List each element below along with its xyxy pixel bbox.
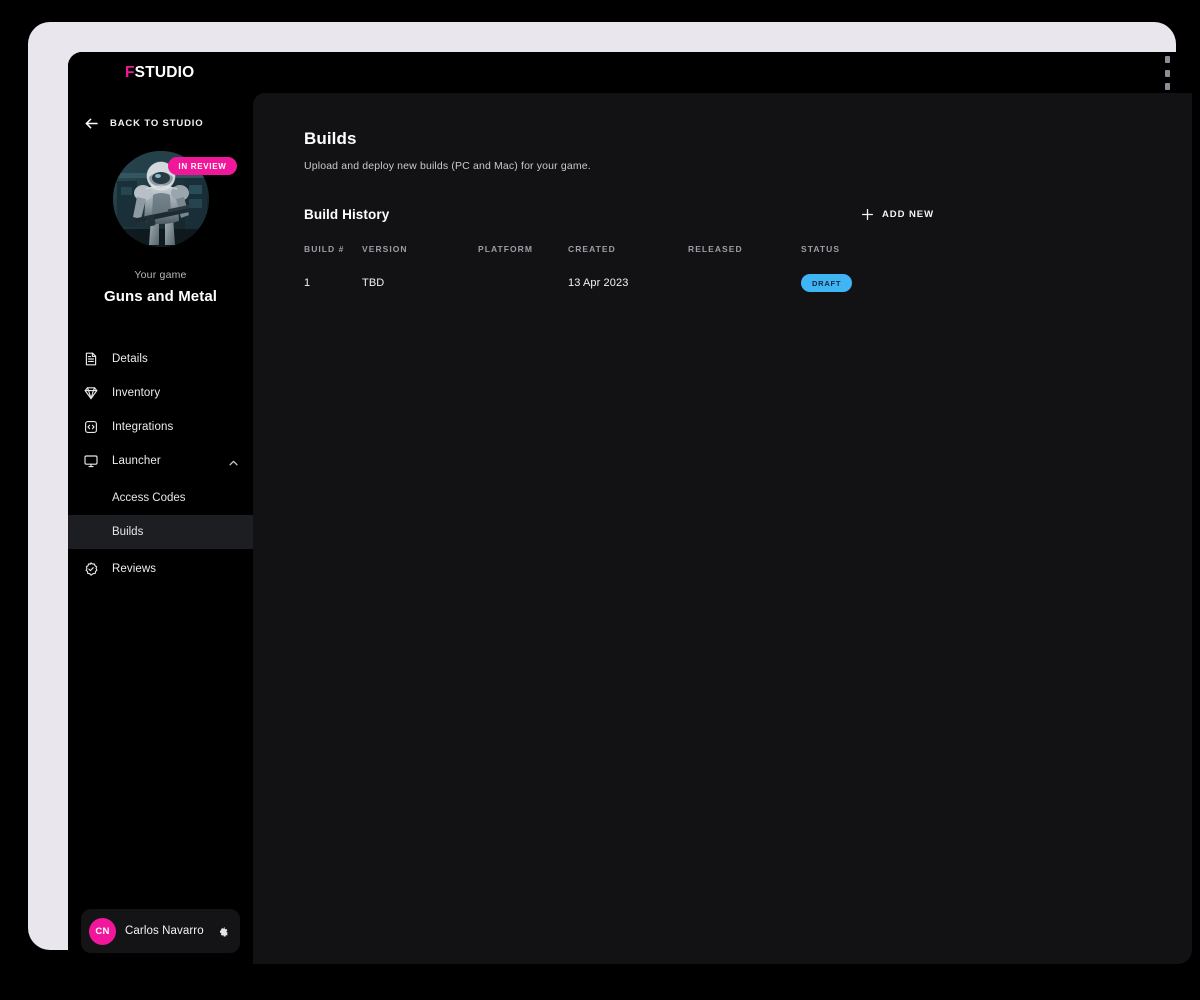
cell-build-number: 1 xyxy=(304,277,311,289)
sidebar-item-access-codes[interactable]: Access Codes xyxy=(68,481,253,515)
table-row[interactable]: 1 TBD 13 Apr 2023 DRAFT xyxy=(304,257,934,309)
column-header-created: CREATED xyxy=(568,244,616,254)
column-header-released: RELEASED xyxy=(688,244,743,254)
sidebar: BACK TO STUDIO IN REVIEW Your game Guns … xyxy=(68,93,253,964)
arrow-left-icon xyxy=(83,115,100,132)
avatar: CN xyxy=(89,917,116,945)
monitor-icon xyxy=(83,453,99,469)
cell-released xyxy=(688,257,801,309)
game-summary: IN REVIEW Your game Guns and Metal xyxy=(68,151,253,305)
section-title: Build History xyxy=(304,207,390,222)
user-account-card[interactable]: CN Carlos Navarro xyxy=(81,909,240,953)
sidebar-item-builds[interactable]: Builds xyxy=(68,515,253,549)
column-header-build: BUILD # xyxy=(304,244,345,254)
sidebar-item-inventory[interactable]: Inventory xyxy=(68,376,253,410)
app-screen: FSTUDIO BACK TO STUDIO IN REVIEW Your ga… xyxy=(68,52,1192,964)
sidebar-item-details-label: Details xyxy=(112,353,148,365)
user-name-label: Carlos Navarro xyxy=(125,925,204,937)
build-history-header: Build History ADD NEW xyxy=(304,207,934,222)
device-frame: FSTUDIO BACK TO STUDIO IN REVIEW Your ga… xyxy=(28,22,1192,964)
sidebar-item-access-codes-label: Access Codes xyxy=(112,492,186,504)
brand-logo[interactable]: FSTUDIO xyxy=(125,64,194,82)
add-new-button[interactable]: ADD NEW xyxy=(861,208,934,221)
cell-created: 13 Apr 2023 xyxy=(568,277,629,289)
brand-logo-text: STUDIO xyxy=(134,63,195,81)
game-title: Guns and Metal xyxy=(103,288,218,305)
back-to-studio-link[interactable]: BACK TO STUDIO xyxy=(68,93,253,132)
badge-check-icon xyxy=(83,561,99,577)
column-header-status: STATUS xyxy=(801,244,841,254)
cell-platform xyxy=(478,257,568,309)
main-content: Builds Upload and deploy new builds (PC … xyxy=(253,93,1192,964)
sidebar-item-integrations[interactable]: Integrations xyxy=(68,410,253,444)
game-thumbnail-wrap: IN REVIEW xyxy=(112,151,237,247)
column-header-platform: PLATFORM xyxy=(478,244,533,254)
builds-table-head: BUILD # VERSION PLATFORM CREATED RELEASE… xyxy=(304,241,934,257)
plus-icon xyxy=(861,208,874,221)
gem-icon xyxy=(83,385,99,401)
chevron-up-icon[interactable] xyxy=(228,456,239,467)
brand-logo-accent: F xyxy=(125,63,135,81)
cell-version: TBD xyxy=(362,277,385,289)
column-header-version: VERSION xyxy=(362,244,408,254)
status-badge: DRAFT xyxy=(801,274,853,292)
status-badge-in-review: IN REVIEW xyxy=(168,157,237,175)
top-bar: FSTUDIO xyxy=(68,52,1192,93)
sidebar-item-reviews[interactable]: Reviews xyxy=(68,552,253,586)
body-split: BACK TO STUDIO IN REVIEW Your game Guns … xyxy=(68,93,1192,964)
page-title: Builds xyxy=(304,129,357,148)
builds-table-body: 1 TBD 13 Apr 2023 DRAFT xyxy=(304,257,934,309)
sidebar-item-inventory-label: Inventory xyxy=(112,387,161,399)
sidebar-item-integrations-label: Integrations xyxy=(112,421,174,433)
sidebar-item-launcher-label: Launcher xyxy=(112,455,161,467)
sidebar-item-details[interactable]: Details xyxy=(68,342,253,376)
code-square-icon xyxy=(83,419,99,435)
gear-icon[interactable] xyxy=(216,925,229,938)
sidebar-nav: Details Inventory Integrations Launcher … xyxy=(68,342,253,586)
cell-status: DRAFT xyxy=(801,257,934,309)
sidebar-item-launcher[interactable]: Launcher xyxy=(68,444,253,478)
back-to-studio-label: BACK TO STUDIO xyxy=(110,118,204,129)
scroll-grip-dots[interactable] xyxy=(1164,56,1171,90)
builds-table-header-row: BUILD # VERSION PLATFORM CREATED RELEASE… xyxy=(304,241,934,257)
sidebar-item-reviews-label: Reviews xyxy=(112,563,157,575)
add-new-label: ADD NEW xyxy=(881,209,934,220)
game-eyebrow-label: Your game xyxy=(134,269,187,281)
document-icon xyxy=(83,351,99,367)
builds-table: BUILD # VERSION PLATFORM CREATED RELEASE… xyxy=(304,241,934,309)
sidebar-item-builds-label: Builds xyxy=(112,526,144,538)
page-subtitle: Upload and deploy new builds (PC and Mac… xyxy=(304,160,591,172)
